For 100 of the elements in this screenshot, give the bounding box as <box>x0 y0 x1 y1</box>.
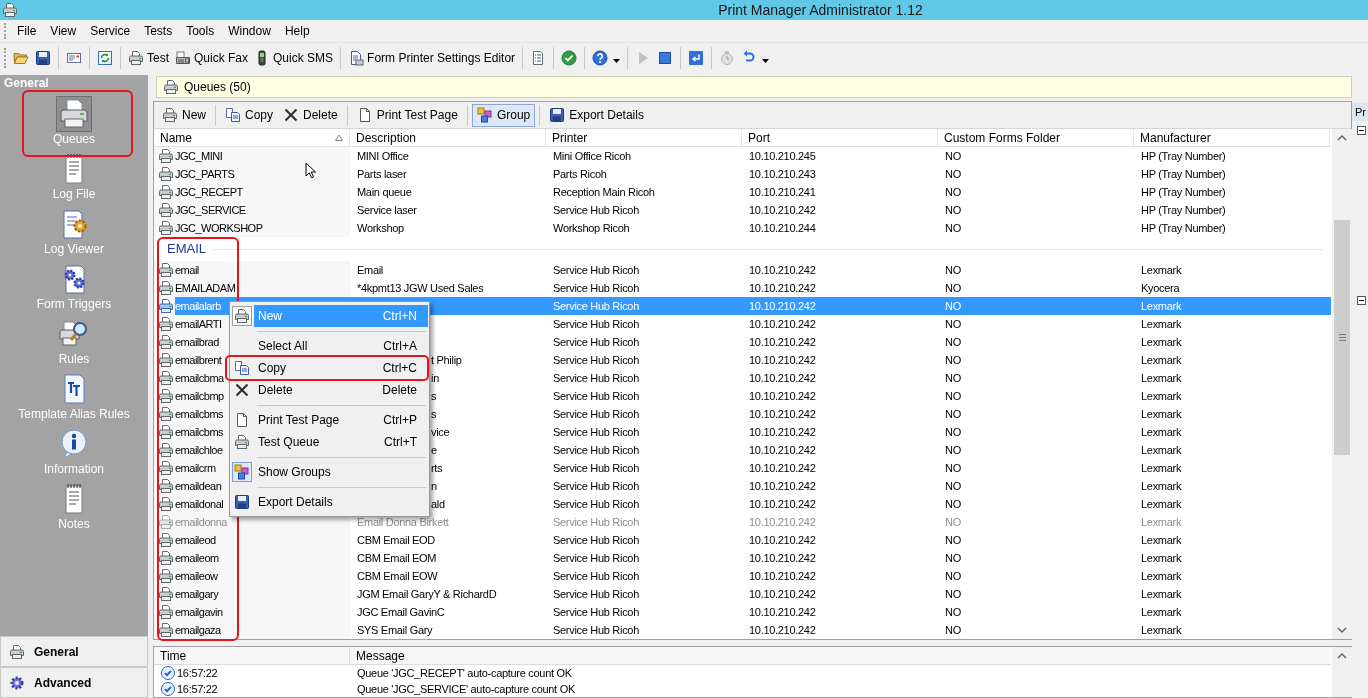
table-cell-text: 10.10.210.242 <box>749 370 816 386</box>
table-cell-text: NO <box>945 148 961 164</box>
printer-icon <box>158 604 174 620</box>
table-cell-text: Email Donna Birkett <box>357 514 449 530</box>
printer-icon <box>158 166 174 182</box>
table-cell-text: NO <box>945 280 961 296</box>
table-cell-text: NO <box>945 460 961 476</box>
table-cell-text: 10.10.210.241 <box>749 184 816 200</box>
collapse-icon[interactable] <box>1357 296 1366 305</box>
menu-item[interactable]: Delete Delete <box>230 379 429 401</box>
table-cell-text: Service Hub Ricoh <box>553 586 639 602</box>
menu-item[interactable]: Print Test Page Ctrl+P <box>230 409 429 431</box>
table-cell-text: NO <box>945 496 961 512</box>
column-header[interactable]: Time <box>154 647 350 664</box>
menu-item[interactable]: Show Groups <box>230 461 429 483</box>
menu-item[interactable]: Help <box>277 22 317 40</box>
printer-icon <box>158 460 174 476</box>
copy-button[interactable]: Copy <box>220 103 279 127</box>
table-cell-text: emailcrm <box>175 460 216 476</box>
table-cell-text: Service Hub Ricoh <box>553 568 639 584</box>
menu-item[interactable]: Export Details <box>230 491 429 513</box>
scrollbar-thumb[interactable] <box>1334 220 1350 455</box>
table-cell-text: 10.10.210.242 <box>749 532 816 548</box>
table-cell-text: 10.10.210.242 <box>749 442 816 458</box>
table-cell-text: Service Hub Ricoh <box>553 532 639 548</box>
export-details-button[interactable]: Export Details <box>544 103 649 127</box>
table-cell-text: Reception Main Ricoh <box>553 184 655 200</box>
copy-icon <box>225 107 241 123</box>
menu-item[interactable]: Service <box>83 22 138 40</box>
delete-button[interactable]: Delete <box>278 103 343 127</box>
group-button[interactable]: Group <box>471 103 536 127</box>
table-cell-text: Lexmark <box>1141 478 1182 494</box>
table-cell-text: Service Hub Ricoh <box>553 478 639 494</box>
quick-sms-button[interactable]: Quick SMS <box>251 45 337 70</box>
table-cell-text: Lexmark <box>1141 496 1182 512</box>
menu-item[interactable]: File <box>10 22 44 40</box>
table-cell-text: emailcbms <box>175 406 224 422</box>
table-cell-text: CBM Email EOW <box>357 568 438 584</box>
menu-item[interactable]: Test Queue Ctrl+T <box>230 431 429 453</box>
printer-icon <box>158 316 174 332</box>
menu-item[interactable]: Window <box>221 22 278 40</box>
test-button[interactable]: Test <box>125 45 172 70</box>
check-circle-icon <box>561 49 578 66</box>
stop-icon <box>657 49 674 66</box>
table-cell-text: emaileow <box>175 568 218 584</box>
menu-item[interactable]: Copy Ctrl+C <box>230 357 429 379</box>
form-printer-icon <box>348 49 365 66</box>
copy-icon <box>232 358 252 378</box>
table-cell-text: NO <box>945 370 961 386</box>
gear-icon <box>9 674 25 691</box>
table-cell-text: e <box>431 442 437 458</box>
column-header[interactable]: Message <box>350 647 1331 664</box>
table-cell-text: emaileom <box>175 550 219 566</box>
print-test-page-button[interactable]: Print Test Page <box>351 103 463 127</box>
table-cell-text: Lexmark <box>1141 514 1182 530</box>
printer-icon <box>158 406 174 422</box>
menu-item[interactable]: Tests <box>137 22 180 40</box>
sidebar-title: General <box>3 75 49 91</box>
table-cell-text: 10.10.210.245 <box>749 148 816 164</box>
table-cell-text: emailgary <box>175 586 219 602</box>
table-cell-text: NO <box>945 424 961 440</box>
table-cell-text: HP (Tray Number) <box>1141 184 1226 200</box>
table-cell-text: Main queue <box>357 184 412 200</box>
sidebar-section-button[interactable]: General <box>0 636 148 667</box>
table-cell-text: 10.10.210.242 <box>749 262 816 278</box>
vertical-scrollbar[interactable] <box>1332 129 1352 639</box>
group-header[interactable]: EMAIL <box>167 239 206 259</box>
table-cell-text: emailcbmp <box>175 388 224 404</box>
table-cell-text: NO <box>945 166 961 182</box>
new-button[interactable]: New <box>157 103 211 127</box>
table-cell-text: Lexmark <box>1141 262 1182 278</box>
table-cell-text: 10.10.210.242 <box>749 550 816 566</box>
table-cell-text: Service Hub Ricoh <box>553 424 639 440</box>
side-panel-title: Pr <box>1352 103 1368 121</box>
table-cell-text: emaileod <box>175 532 216 548</box>
table-cell-text: Service Hub Ricoh <box>553 460 639 476</box>
table-cell-text: vice <box>431 424 450 440</box>
table-cell-text: 10.10.210.242 <box>749 202 816 218</box>
table-cell-text: NO <box>945 388 961 404</box>
menu-item[interactable]: Tools <box>179 22 222 40</box>
table-cell-text: NO <box>945 514 961 530</box>
table-cell-text: Service Hub Ricoh <box>553 202 639 218</box>
printer-icon <box>158 262 174 278</box>
quick-fax-button[interactable]: Quick Fax <box>172 45 252 70</box>
table-cell-text: NO <box>945 334 961 350</box>
table-cell-text: NO <box>945 316 961 332</box>
menu-item[interactable]: View <box>43 22 84 40</box>
menu-item[interactable]: Select All Ctrl+A <box>230 335 429 357</box>
table-cell-text: Lexmark <box>1141 460 1182 476</box>
printer-icon <box>158 280 174 296</box>
form-editor-button[interactable]: Form Printer Settings Editor <box>345 45 519 70</box>
table-cell-text: Parts Ricoh <box>553 166 607 182</box>
table-cell-text: Lexmark <box>1141 334 1182 350</box>
vertical-scrollbar[interactable] <box>1332 647 1352 697</box>
table-cell-text: Lexmark <box>1141 568 1182 584</box>
collapse-icon[interactable] <box>1357 126 1366 135</box>
sidebar-section-button[interactable]: Advanced <box>0 667 148 698</box>
table-cell-text: NO <box>945 478 961 494</box>
table-cell-text: Lexmark <box>1141 586 1182 602</box>
table-cell-text: NO <box>945 622 961 638</box>
